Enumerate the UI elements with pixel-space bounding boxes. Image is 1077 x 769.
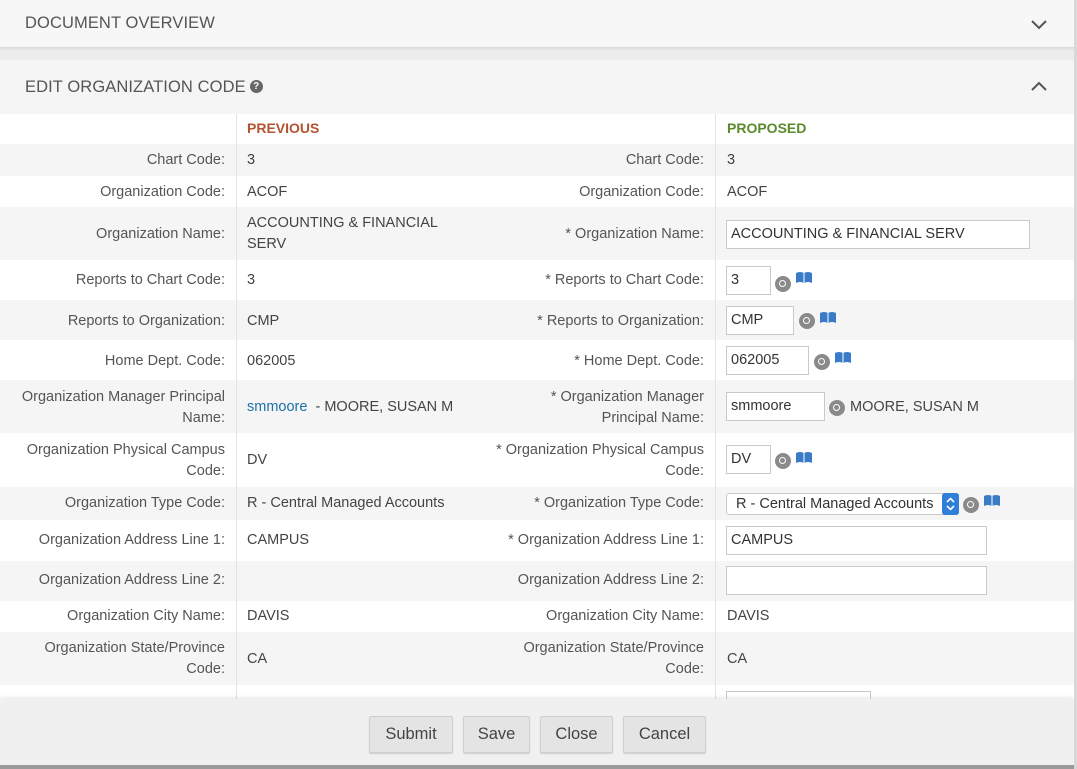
proposed-value: 3: [727, 152, 736, 168]
book-icon[interactable]: [834, 351, 852, 365]
field-label: Home Dept. Code:: [104, 353, 225, 369]
previous-value: DV: [247, 452, 268, 468]
field-label: * Organization Type Code:: [534, 495, 704, 511]
search-icon[interactable]: [775, 276, 791, 292]
field-label: * Organization Manager Principal Name:: [550, 389, 704, 426]
previous-value: ACOF: [247, 184, 288, 200]
organization-type-selected: R - Central Managed Accounts: [736, 496, 934, 512]
book-icon[interactable]: [819, 311, 837, 325]
previous-value: DAVIS: [247, 608, 290, 624]
organization-type-select[interactable]: R - Central Managed Accounts: [726, 493, 959, 515]
previous-value: R - Central Managed Accounts: [247, 495, 445, 511]
close-button[interactable]: Close: [540, 716, 613, 753]
column-divider: [715, 114, 716, 699]
field-label: Organization Address Line 2:: [517, 572, 704, 588]
field-label: * Organization Physical Campus Code:: [496, 442, 704, 479]
field-label: Organization State/Province Code:: [523, 640, 704, 677]
maintenance-form: PREVIOUS PROPOSED Chart Code: 3 Chart Co…: [0, 114, 1074, 699]
book-icon[interactable]: [795, 271, 813, 285]
submit-button[interactable]: Submit: [369, 716, 453, 753]
field-label: Organization Manager Principal Name:: [21, 389, 225, 426]
field-label: Organization Name:: [96, 226, 225, 242]
previous-column-header: PREVIOUS: [247, 120, 320, 136]
proposed-value: ACOF: [727, 184, 768, 200]
field-label: * Reports to Organization:: [537, 313, 704, 329]
home-dept-code-input[interactable]: 062005: [726, 346, 809, 375]
physical-campus-code-input[interactable]: DV: [726, 445, 771, 474]
document-overview-header[interactable]: DOCUMENT OVERVIEW: [0, 0, 1074, 48]
field-label: Organization Address Line 2:: [38, 572, 225, 588]
field-label: Organization Address Line 1:: [38, 532, 225, 548]
field-label: Chart Code:: [625, 152, 704, 168]
next-field-input[interactable]: [726, 691, 871, 699]
field-label: Reports to Organization:: [67, 313, 225, 329]
reports-to-organization-input[interactable]: CMP: [726, 306, 794, 335]
principal-link[interactable]: smmoore: [247, 399, 307, 415]
edit-org-code-title-text: EDIT ORGANIZATION CODE: [25, 78, 246, 96]
previous-value: 3: [247, 272, 256, 288]
previous-value: 062005: [247, 353, 296, 369]
book-icon[interactable]: [795, 451, 813, 465]
field-label: Organization Code:: [579, 184, 704, 200]
proposed-column-header: PROPOSED: [727, 120, 807, 136]
field-label: Organization State/Province Code:: [44, 640, 225, 677]
reports-to-chart-code-input[interactable]: 3: [726, 266, 771, 295]
previous-value: smmoore - MOORE, SUSAN M: [247, 397, 467, 418]
select-arrows-icon[interactable]: [942, 493, 959, 515]
search-icon[interactable]: [829, 400, 845, 416]
manager-principal-input[interactable]: smmoore: [726, 392, 825, 421]
cancel-button[interactable]: Cancel: [623, 716, 706, 753]
previous-value: CMP: [247, 313, 280, 329]
field-label: * Organization Name:: [565, 226, 704, 242]
field-label: Reports to Chart Code:: [75, 272, 225, 288]
principal-name: - MOORE, SUSAN M: [315, 399, 454, 415]
footer-button-bar: Submit Save Close Cancel: [0, 699, 1074, 765]
field-label: * Reports to Chart Code:: [545, 272, 704, 288]
column-divider: [236, 114, 237, 699]
previous-value: ACCOUNTING & FINANCIAL SERV: [247, 215, 438, 252]
search-icon[interactable]: [814, 354, 830, 370]
previous-value: CAMPUS: [247, 532, 310, 548]
organization-name-input[interactable]: ACCOUNTING & FINANCIAL SERV: [726, 220, 1030, 249]
field-label: Chart Code:: [146, 152, 225, 168]
edit-org-code-title: EDIT ORGANIZATION CODE?: [25, 78, 263, 97]
address-line-2-input[interactable]: [726, 566, 987, 595]
chevron-up-icon[interactable]: [1030, 80, 1048, 92]
page: DOCUMENT OVERVIEW EDIT ORGANIZATION CODE…: [0, 0, 1077, 769]
field-label: Organization Physical Campus Code:: [26, 442, 225, 479]
book-icon[interactable]: [983, 494, 1001, 508]
help-icon[interactable]: ?: [249, 80, 263, 93]
field-label: Organization City Name:: [67, 608, 225, 624]
field-label: * Home Dept. Code:: [574, 353, 704, 369]
field-label: Organization City Name:: [546, 608, 704, 624]
chevron-down-icon[interactable]: [1030, 18, 1048, 30]
search-icon[interactable]: [963, 497, 979, 513]
field-label: * Organization Address Line 1:: [508, 532, 704, 548]
field-label: Organization Type Code:: [64, 495, 225, 511]
manager-principal-display: MOORE, SUSAN M: [850, 399, 979, 415]
previous-value: 3: [247, 152, 256, 168]
proposed-value: CA: [727, 651, 748, 667]
previous-value: CA: [247, 651, 268, 667]
search-icon[interactable]: [799, 313, 815, 329]
field-label: Organization Code:: [100, 184, 225, 200]
document-overview-title: DOCUMENT OVERVIEW: [25, 14, 215, 32]
address-line-1-input[interactable]: CAMPUS: [726, 526, 987, 555]
window-bottom-edge: [0, 765, 1077, 769]
edit-org-code-header[interactable]: EDIT ORGANIZATION CODE?: [0, 60, 1074, 114]
search-icon[interactable]: [775, 453, 791, 469]
save-button[interactable]: Save: [463, 716, 530, 753]
proposed-value: DAVIS: [727, 608, 770, 624]
